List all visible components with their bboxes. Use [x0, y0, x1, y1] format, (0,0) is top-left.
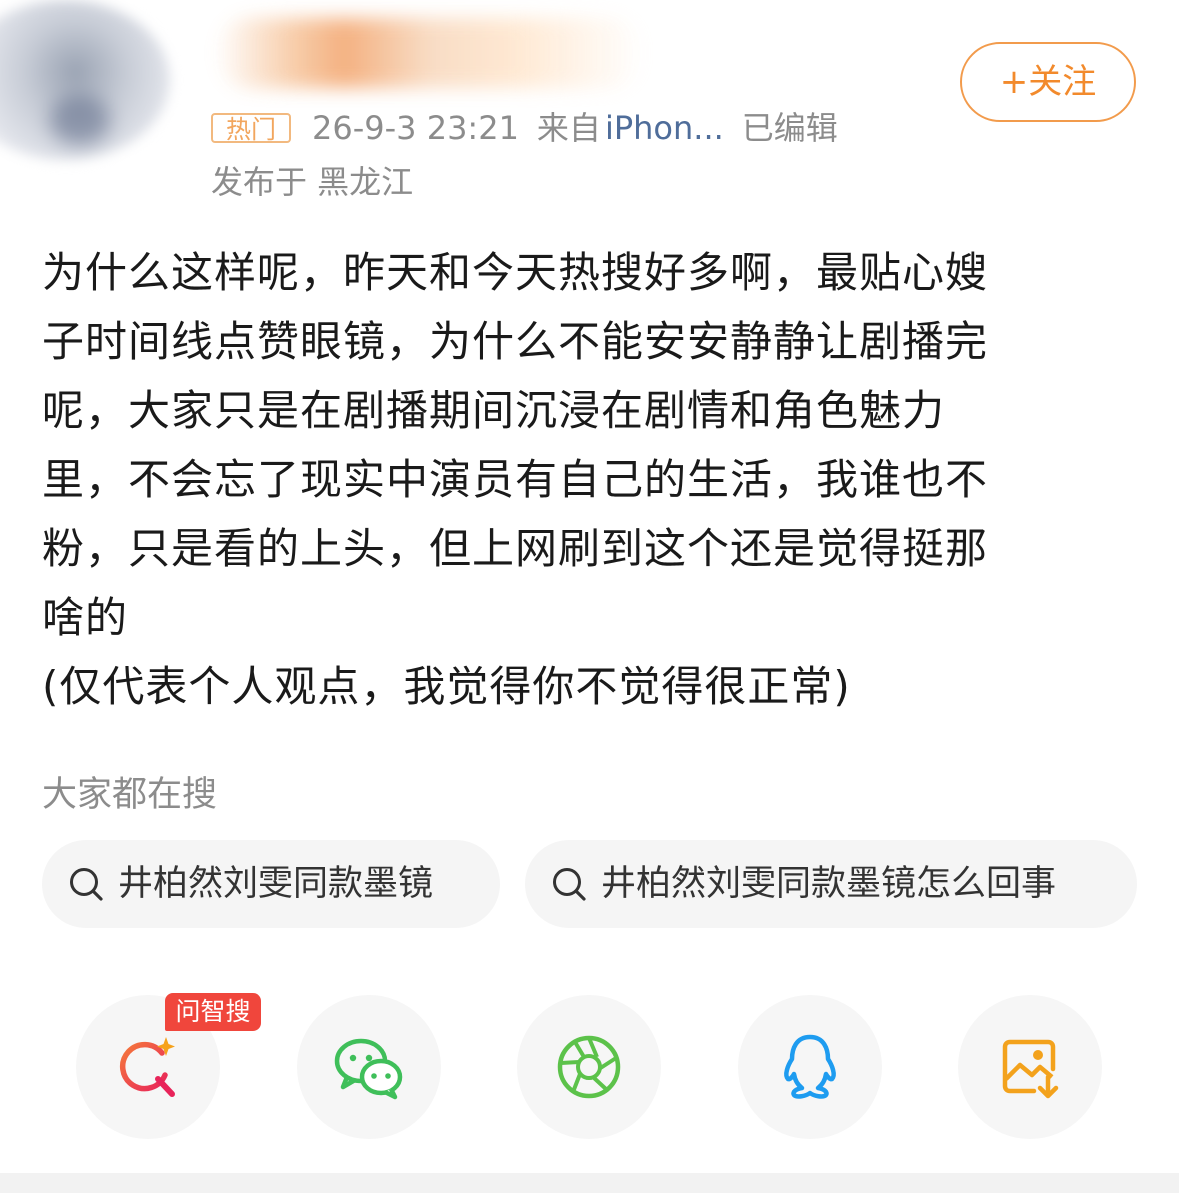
moments-share-button[interactable] [517, 995, 661, 1139]
qq-icon [784, 1034, 836, 1099]
search-icon [70, 868, 103, 901]
post-source[interactable]: iPhon... [605, 109, 724, 147]
post-text: 为什么这样呢，昨天和今天热搜好多啊，最贴心嫂 子时间线点赞眼镜，为什么不能安安静… [42, 248, 989, 711]
moments-icon [557, 1035, 621, 1099]
wechat-icon [334, 1038, 403, 1100]
post-source-prefix: 来自 [536, 109, 601, 147]
wechat-share-button[interactable] [297, 995, 441, 1139]
ai-search-badge: 问智搜 [165, 993, 261, 1031]
hot-badge: 热门 [211, 113, 291, 144]
post-meta: 26-9-3 23:21 来自 iPhon... 已编辑 [312, 106, 838, 150]
related-search-chip[interactable]: 井柏然刘雯同款墨镜怎么回事 [525, 840, 1137, 928]
username-blurred[interactable] [215, 18, 645, 88]
post-location: 发布于 黑龙江 [211, 163, 414, 201]
related-search-chip-label: 井柏然刘雯同款墨镜 [118, 864, 434, 904]
avatar[interactable] [0, 0, 170, 160]
save-image-button[interactable] [958, 995, 1102, 1139]
related-search-title: 大家都在搜 [42, 775, 218, 815]
save-image-icon [1002, 1039, 1059, 1099]
post-timestamp: 26-9-3 23:21 [312, 109, 519, 147]
bottom-divider [0, 1173, 1179, 1193]
follow-button[interactable]: +关注 [960, 42, 1136, 122]
search-icon [553, 868, 586, 901]
related-search-chip-label: 井柏然刘雯同款墨镜怎么回事 [601, 864, 1057, 904]
qq-share-button[interactable] [738, 995, 882, 1139]
post-edited: 已编辑 [741, 109, 838, 147]
related-search-chip[interactable]: 井柏然刘雯同款墨镜 [42, 840, 500, 928]
ai-search-icon [119, 1037, 175, 1097]
